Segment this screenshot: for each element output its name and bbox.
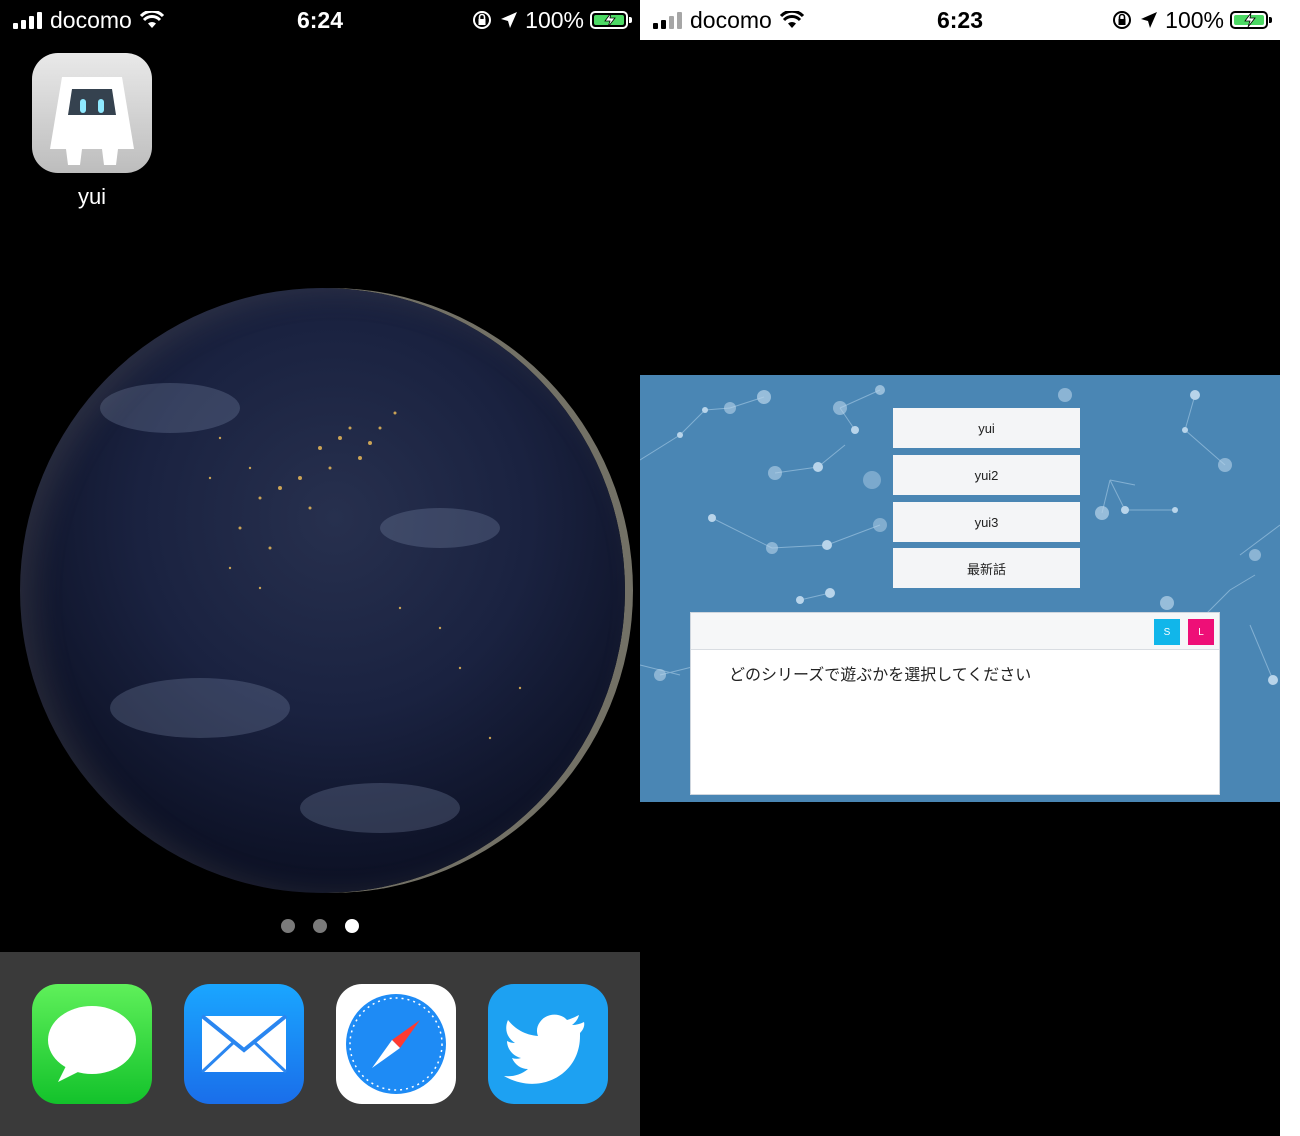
twitter-app-icon[interactable]	[488, 984, 608, 1104]
location-arrow-icon	[501, 12, 518, 28]
location-arrow-icon	[1141, 12, 1158, 28]
earth-wallpaper	[20, 288, 625, 893]
series-button-yui[interactable]: yui	[893, 408, 1080, 448]
signal-icon	[653, 11, 682, 29]
page-dot-active[interactable]	[345, 919, 359, 933]
wifi-icon	[139, 11, 164, 28]
page-indicator[interactable]	[0, 919, 640, 933]
home-screen: docomo 6:24 100% yui	[0, 0, 640, 1136]
carrier-label: docomo	[690, 6, 772, 33]
page-dot[interactable]	[313, 919, 327, 933]
message-window: S L どのシリーズで遊ぶかを選択してください	[690, 612, 1220, 795]
rotation-lock-icon	[1113, 11, 1132, 29]
dock	[0, 952, 640, 1136]
rotation-lock-icon	[473, 11, 492, 29]
status-bar: docomo 6:24 100%	[0, 0, 640, 40]
wifi-icon	[779, 11, 804, 28]
save-button[interactable]: S	[1154, 619, 1180, 645]
safari-app-icon[interactable]	[336, 984, 456, 1104]
game-stage: yui yui2 yui3 最新話 S L どのシリーズで遊ぶかを選択してくださ…	[640, 375, 1280, 802]
message-window-header: S L	[691, 613, 1219, 650]
status-bar: docomo 6:23 100%	[640, 0, 1280, 40]
message-text: どのシリーズで遊ぶかを選択してください	[729, 665, 1032, 684]
battery-percent: 100%	[1165, 6, 1224, 33]
signal-icon	[13, 11, 42, 29]
app-screen: docomo 6:23 100% yui yui2 yui3 最新話 S L ど…	[640, 0, 1280, 1136]
cordova-app-icon[interactable]	[32, 53, 152, 173]
latest-episode-button[interactable]: 最新話	[893, 548, 1080, 588]
series-button-yui2[interactable]: yui2	[893, 455, 1080, 495]
mail-app-icon[interactable]	[184, 984, 304, 1104]
carrier-label: docomo	[50, 6, 132, 33]
page-dot[interactable]	[281, 919, 295, 933]
messages-app-icon[interactable]	[32, 984, 152, 1104]
load-button[interactable]: L	[1188, 619, 1214, 645]
battery-percent: 100%	[525, 6, 584, 33]
battery-icon	[1230, 11, 1272, 29]
app-label: yui	[77, 184, 107, 209]
battery-icon	[590, 11, 632, 29]
series-button-yui3[interactable]: yui3	[893, 502, 1080, 542]
